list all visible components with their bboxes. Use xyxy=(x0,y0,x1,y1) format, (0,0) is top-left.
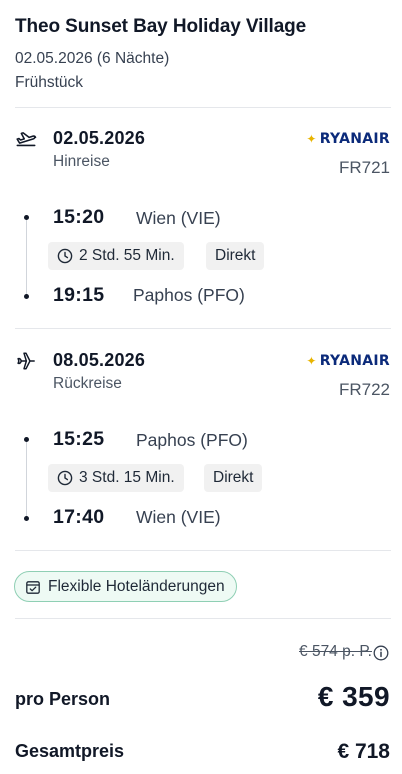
outbound-departure-time: 15:20 xyxy=(53,206,105,228)
airline-logo: ✦ RYANAIR xyxy=(306,131,390,147)
per-person-price: € 359 xyxy=(317,681,390,712)
outbound-arrival-time: 19:15 xyxy=(53,284,105,306)
total-price-label: Gesamtpreis xyxy=(15,741,125,761)
flexible-hotel-changes-badge[interactable]: Flexible Hoteländerungen xyxy=(14,571,237,602)
divider xyxy=(15,618,391,619)
calendar-check-icon xyxy=(26,580,40,594)
plane-arrival-icon xyxy=(17,352,35,370)
divider xyxy=(15,550,391,551)
info-icon[interactable] xyxy=(373,645,389,661)
timeline-dot xyxy=(24,215,29,220)
old-price: € 574 p. P. xyxy=(299,643,372,660)
harp-icon: ✦ xyxy=(306,132,317,146)
return-direction: Rückreise xyxy=(53,375,122,392)
timeline-dot xyxy=(24,516,29,521)
return-arrival-time: 17:40 xyxy=(53,506,105,528)
return-departure-airport: Paphos (PFO) xyxy=(136,430,248,450)
return-flight-number: FR722 xyxy=(338,380,390,399)
return-date: 08.05.2026 xyxy=(53,350,146,370)
outbound-direction: Hinreise xyxy=(53,153,110,170)
timeline-line xyxy=(26,439,27,519)
hotel-dates: 02.05.2026 (6 Nächte) xyxy=(15,50,170,67)
outbound-date: 02.05.2026 xyxy=(53,128,146,148)
airline-logo: ✦ RYANAIR xyxy=(306,353,390,369)
direct-chip: Direkt xyxy=(204,464,263,492)
clock-icon xyxy=(57,248,73,264)
direct-chip: Direkt xyxy=(206,242,265,270)
outbound-departure-airport: Wien (VIE) xyxy=(136,208,221,228)
return-arrival-airport: Wien (VIE) xyxy=(136,507,221,527)
outbound-flight-number: FR721 xyxy=(338,158,390,177)
clock-icon xyxy=(57,470,73,486)
harp-icon: ✦ xyxy=(306,354,317,368)
divider xyxy=(15,328,391,329)
duration-chip: 2 Std. 55 Min. xyxy=(48,242,184,270)
outbound-arrival-airport: Paphos (PFO) xyxy=(133,285,245,305)
flexible-hotel-changes-label: Flexible Hoteländerungen xyxy=(48,577,225,595)
hotel-board: Frühstück xyxy=(15,74,84,91)
timeline-dot xyxy=(24,294,29,299)
timeline-dot xyxy=(24,437,29,442)
total-price: € 718 xyxy=(337,740,390,763)
return-departure-time: 15:25 xyxy=(53,428,105,450)
divider xyxy=(15,107,391,108)
per-person-label: pro Person xyxy=(15,689,111,709)
hotel-title: Theo Sunset Bay Holiday Village xyxy=(15,16,307,37)
duration-chip: 3 Std. 15 Min. xyxy=(48,464,184,492)
timeline-line xyxy=(26,217,27,297)
plane-departure-icon xyxy=(16,132,37,147)
